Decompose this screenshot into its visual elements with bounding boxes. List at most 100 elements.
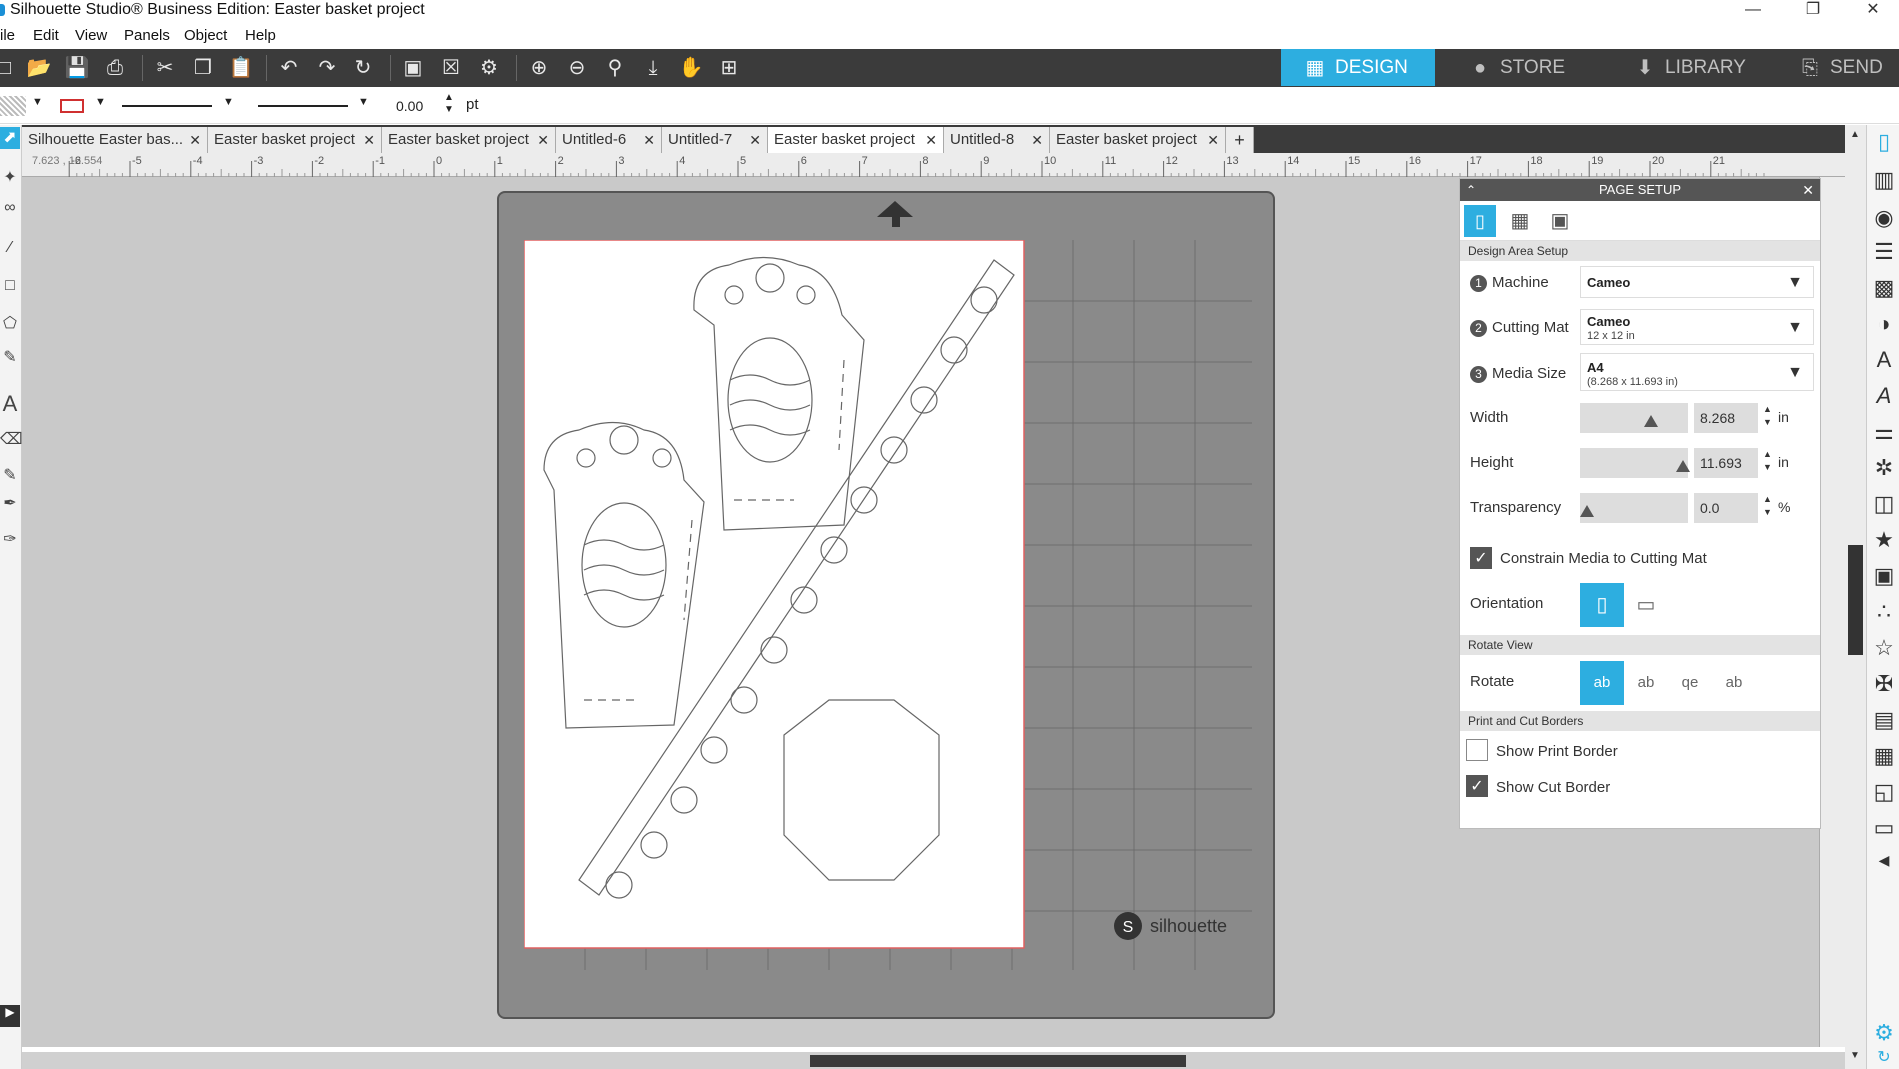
tab-send[interactable]: ⎘ SEND (1776, 49, 1899, 86)
select-tool-icon[interactable]: ⬈ (0, 127, 20, 149)
cutting-mat-select[interactable]: Cameo 12 x 12 in ▼ (1580, 309, 1814, 345)
height-stepper[interactable]: ▲ ▼ (1763, 448, 1772, 474)
add-tab-button[interactable]: + (1226, 127, 1254, 153)
scroll-up-icon[interactable]: ▲ (1850, 129, 1860, 140)
undo-icon[interactable]: ↶ (276, 56, 302, 80)
width-stepper[interactable]: ▲ ▼ (1763, 403, 1772, 429)
rotate-0-button[interactable]: ab (1580, 661, 1624, 705)
zoom-in-icon[interactable]: ⊕ (526, 56, 552, 80)
rotate-180-button[interactable]: qe (1668, 661, 1712, 705)
fit-page-icon[interactable]: ⊞ (716, 56, 742, 80)
machine-select[interactable]: Cameo ▼ (1580, 266, 1814, 298)
settings-gear-icon[interactable]: ⚙ (1871, 1020, 1897, 1046)
line-join-dropdown-arrow[interactable]: ▼ (358, 96, 369, 108)
constrain-media-checkbox[interactable]: ✓ (1470, 547, 1492, 569)
doc-tab[interactable]: Silhouette Easter bas... ✕ (22, 127, 208, 153)
polygon-tool-icon[interactable]: ⬠ (0, 313, 20, 335)
compound-path-icon[interactable]: ⚙ (476, 56, 502, 80)
tab-design[interactable]: ▦ DESIGN (1281, 49, 1435, 86)
close-tab-icon[interactable]: ✕ (925, 127, 937, 153)
open-folder-icon[interactable]: 📂 (26, 56, 52, 80)
registration-tab-icon[interactable]: ▣ (1544, 205, 1576, 237)
rotate-270-button[interactable]: ab (1712, 661, 1756, 705)
image-library-icon[interactable]: ▥ (1871, 167, 1897, 193)
zoom-out-icon[interactable]: ⊖ (564, 56, 590, 80)
doc-tab[interactable]: Untitled-7 ✕ (662, 127, 768, 153)
line-tool-icon[interactable]: ∕ (0, 239, 20, 261)
media-size-select[interactable]: A4 (8.268 x 11.693 in) ▼ (1580, 353, 1814, 391)
transform-icon[interactable]: ✲ (1871, 455, 1897, 481)
eyedropper-tool-icon[interactable]: ✑ (0, 529, 20, 551)
page-tab-icon[interactable]: ▯ (1464, 205, 1496, 237)
trace-icon[interactable]: ∴ (1871, 599, 1897, 625)
line-join-preview[interactable] (258, 105, 348, 107)
offset-icon[interactable]: ▣ (1871, 563, 1897, 589)
star-shape-icon[interactable]: ★ (1871, 527, 1897, 553)
panel-close-icon[interactable]: ✕ (1802, 179, 1814, 201)
fill-pattern-swatch[interactable] (0, 96, 26, 116)
menu-view[interactable]: View (75, 27, 107, 44)
line-style-preview[interactable] (122, 105, 212, 107)
doc-tab[interactable]: Easter basket project ✕ (208, 127, 382, 153)
design-page[interactable] (524, 240, 1025, 949)
redraw-icon[interactable]: ↻ (350, 56, 376, 80)
layers-icon[interactable]: ▤ (1871, 707, 1897, 733)
close-tab-icon[interactable]: ✕ (537, 127, 549, 153)
cut-icon[interactable]: ✂ (152, 56, 178, 80)
line-style-icon[interactable]: ☰ (1871, 239, 1897, 265)
nesting-icon[interactable]: ◱ (1871, 779, 1897, 805)
menu-object[interactable]: Object (184, 27, 227, 44)
rectangle-tool-icon[interactable]: □ (0, 277, 20, 299)
doc-tab[interactable]: Untitled-6 ✕ (556, 127, 662, 153)
vertical-scrollbar[interactable]: ▲ ▼ (1845, 125, 1866, 1069)
grid-tab-icon[interactable]: ▦ (1504, 205, 1536, 237)
line-width-stepper[interactable]: ▲ ▼ (444, 92, 454, 116)
page-setup-icon[interactable]: ▯ (1871, 129, 1897, 155)
rotate-90-button[interactable]: ab (1624, 661, 1668, 705)
horizontal-scroll-thumb[interactable] (810, 1055, 1186, 1067)
paste-icon[interactable]: 📋 (228, 56, 254, 80)
landscape-orientation-button[interactable]: ▭ (1624, 583, 1668, 627)
transparency-icon[interactable]: ◑ (1871, 311, 1897, 337)
text-tool-icon[interactable]: A (0, 391, 20, 416)
close-tab-icon[interactable]: ✕ (749, 127, 761, 153)
eraser-tool-icon[interactable]: ⌫ (0, 429, 23, 451)
tab-store[interactable]: ● STORE (1446, 49, 1600, 86)
pattern-icon[interactable]: ▩ (1871, 275, 1897, 301)
fill-dropdown-arrow[interactable]: ▼ (32, 96, 43, 108)
menu-edit[interactable]: Edit (33, 27, 59, 44)
line-color-swatch[interactable] (60, 99, 84, 113)
close-tab-icon[interactable]: ✕ (643, 127, 655, 153)
close-tab-icon[interactable]: ✕ (189, 127, 201, 153)
pan-hand-icon[interactable]: ✋ (678, 56, 704, 80)
portrait-orientation-button[interactable]: ▯ (1580, 583, 1624, 627)
fill-color-icon[interactable]: ◉ (1871, 205, 1897, 231)
text-to-path-icon[interactable]: A (1871, 383, 1897, 409)
transparency-input[interactable]: 0.0 (1694, 493, 1758, 523)
expand-panel-icon[interactable]: ▶ (0, 1005, 20, 1027)
restore-button[interactable]: ❐ (1790, 0, 1836, 22)
transparency-stepper[interactable]: ▲ ▼ (1763, 493, 1772, 519)
vertical-scroll-thumb[interactable] (1848, 545, 1863, 655)
redo-icon[interactable]: ↷ (314, 56, 340, 80)
close-tab-icon[interactable]: ✕ (363, 127, 375, 153)
doc-tab[interactable]: Untitled-8 ✕ (944, 127, 1050, 153)
line-width-input[interactable]: 0.00 (392, 95, 442, 117)
doc-tab-active[interactable]: Easter basket project ✕ (768, 127, 944, 153)
copy-icon[interactable]: ❐ (190, 56, 216, 80)
save-icon[interactable]: 💾 (64, 56, 90, 80)
line-style-dropdown-arrow[interactable]: ▼ (223, 96, 234, 108)
new-file-icon[interactable]: □ (0, 56, 18, 80)
zoom-select-icon[interactable]: ⚲ (602, 56, 628, 80)
doc-tab[interactable]: Easter basket project ✕ (382, 127, 556, 153)
menu-help[interactable]: Help (245, 27, 276, 44)
menu-panels[interactable]: Panels (124, 27, 170, 44)
hatch-icon[interactable]: ▦ (1871, 743, 1897, 769)
align-icon[interactable]: ⚌ (1871, 419, 1897, 445)
puzzle-icon[interactable]: ✠ (1871, 671, 1897, 697)
menu-file[interactable]: ile (0, 27, 15, 44)
point-edit-icon[interactable]: ✦ (0, 167, 20, 189)
horizontal-scrollbar[interactable] (22, 1052, 1845, 1069)
doc-tab[interactable]: Easter basket project ✕ (1050, 127, 1226, 153)
ungroup-icon[interactable]: ☒ (438, 56, 464, 80)
